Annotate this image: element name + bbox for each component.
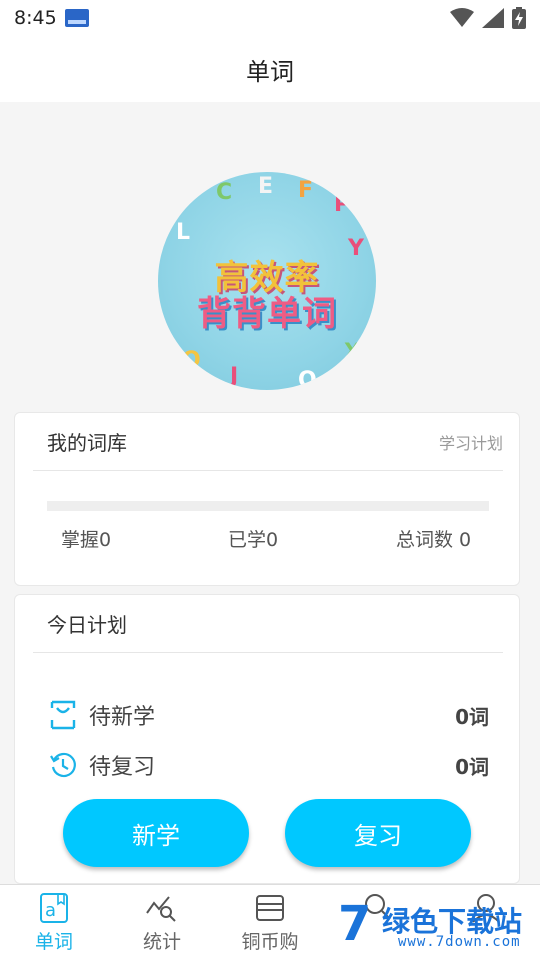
battery-charging-icon (512, 7, 526, 29)
stat-learned: 已学0 (228, 529, 279, 551)
vocab-card-header: 我的词库 学习计划 (33, 413, 503, 471)
decor-letter: O (182, 348, 201, 373)
tab-label: 铜币购 (241, 931, 299, 953)
tab-stats[interactable]: 统计 (108, 885, 216, 960)
stat-mastered: 掌握0 (61, 529, 112, 551)
hero-line2: 背背单词 (197, 294, 337, 334)
review-history-icon (49, 751, 77, 779)
watermark-logo: 7 (338, 896, 372, 952)
decor-letter: P (334, 192, 351, 217)
watermark-url: www.7down.com (398, 934, 521, 950)
stat-total: 总词数 0 (396, 529, 472, 551)
plan-row-label: 待复习 (89, 755, 156, 780)
vocab-card-title: 我的词库 (47, 431, 127, 455)
plan-row-label: 待新学 (89, 705, 156, 730)
plan-row-value: 0词 (455, 754, 489, 779)
plan-row-new: 待新学 0词 (49, 695, 489, 735)
signal-icon (482, 8, 504, 28)
new-learn-icon (49, 700, 77, 730)
decor-letter: C (216, 180, 233, 205)
tab-shop[interactable]: 铜币购 (216, 885, 324, 960)
status-bar: 8:45 (0, 0, 540, 36)
decor-letter: X (344, 340, 361, 365)
decor-letter: E (258, 174, 274, 199)
today-plan-card: 今日计划 待新学 0词 待复习 0词 新学 复习 (14, 594, 520, 884)
page-title: 单词 (246, 57, 294, 86)
decor-letter: J (230, 364, 239, 389)
status-time: 8:45 (14, 7, 57, 29)
learn-new-button[interactable]: 新学 (63, 799, 249, 867)
study-plan-link[interactable]: 学习计划 (439, 430, 503, 454)
tab-words[interactable]: a 单词 (0, 885, 108, 960)
shop-icon (252, 891, 288, 925)
plan-row-review: 待复习 0词 (49, 745, 489, 785)
today-plan-title: 今日计划 (47, 613, 127, 637)
site-watermark: 7 绿色下载站 www.7down.com (338, 898, 534, 958)
tab-label: 统计 (142, 931, 181, 953)
svg-text:a: a (45, 900, 56, 921)
vocab-card: 我的词库 学习计划 掌握0 已学0 总词数 0 (14, 412, 520, 586)
hero-banner: C E F P L Y O J O X 高效率 背背单词 (158, 172, 376, 390)
word-icon: a (36, 891, 72, 925)
review-button[interactable]: 复习 (285, 799, 471, 867)
stats-icon (144, 891, 180, 925)
wifi-icon (450, 8, 474, 27)
notification-icon (64, 9, 89, 27)
tab-label: 单词 (34, 931, 73, 953)
app-header: 单词 (0, 36, 540, 102)
plan-row-value: 0词 (455, 704, 489, 729)
today-plan-header: 今日计划 (33, 595, 503, 653)
decor-letter: O (298, 368, 317, 390)
status-icons (450, 7, 526, 29)
decor-letter: L (176, 220, 191, 245)
vocab-progress-bar (47, 501, 489, 511)
decor-letter: F (298, 178, 314, 203)
